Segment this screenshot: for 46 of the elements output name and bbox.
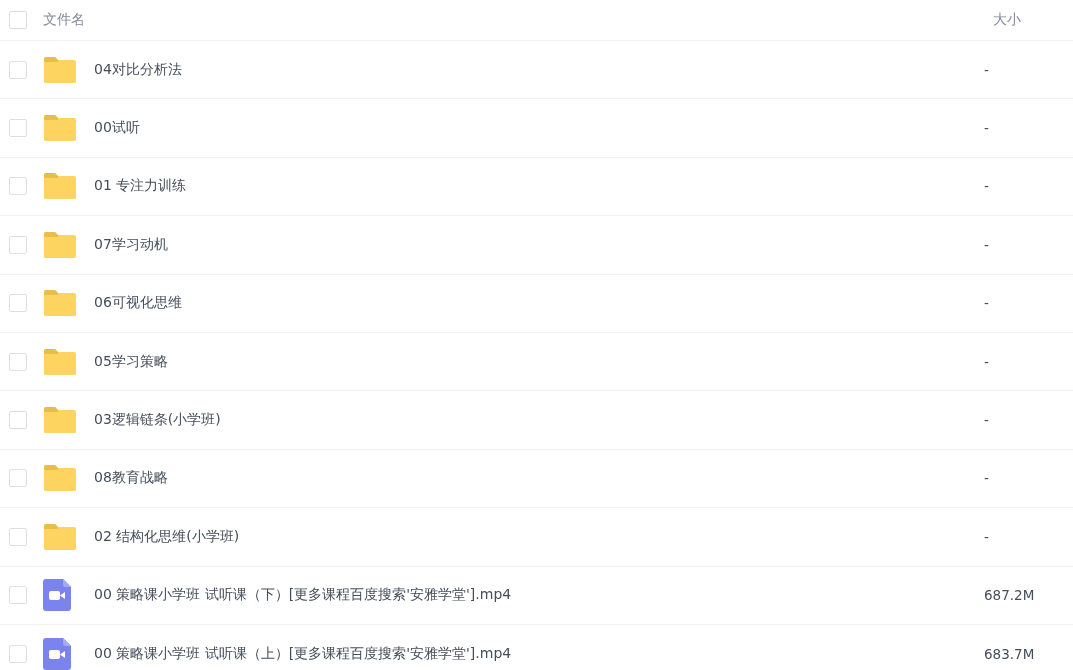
folder-icon — [43, 230, 77, 259]
row-checkbox[interactable] — [9, 119, 27, 138]
row-checkbox[interactable] — [9, 586, 27, 605]
file-name[interactable]: 04对比分析法 — [94, 60, 984, 79]
file-size: - — [984, 236, 990, 253]
row-checkbox[interactable] — [9, 177, 27, 196]
video-file-icon — [43, 579, 71, 612]
folder-icon — [43, 55, 77, 84]
file-name[interactable]: 07学习动机 — [94, 235, 984, 254]
select-all-checkbox[interactable] — [9, 11, 27, 29]
file-size: - — [984, 295, 990, 312]
file-size: - — [984, 120, 990, 137]
file-size: 687.2M — [984, 587, 1036, 604]
file-name[interactable]: 00试听 — [94, 119, 984, 138]
file-name[interactable]: 06可视化思维 — [94, 294, 984, 313]
file-name[interactable]: 01 专注力训练 — [94, 177, 984, 196]
file-name[interactable]: 03逻辑链条(小学班) — [94, 411, 984, 430]
name-column-header[interactable]: 文件名 — [43, 11, 993, 29]
folder-icon — [43, 464, 77, 493]
folder-icon — [43, 114, 77, 143]
file-name[interactable]: 05学习策略 — [94, 352, 984, 371]
file-name[interactable]: 08教育战略 — [94, 469, 984, 488]
file-name[interactable]: 00 策略课小学班 试听课（下）[更多课程百度搜索'安雅学堂'].mp4 — [94, 586, 984, 605]
folder-icon — [43, 172, 77, 201]
file-size: - — [984, 353, 990, 370]
file-size: - — [984, 178, 990, 195]
file-name[interactable]: 00 策略课小学班 试听课（上）[更多课程百度搜索'安雅学堂'].mp4 — [94, 644, 984, 663]
file-size: - — [984, 528, 990, 545]
folder-icon — [43, 406, 77, 435]
file-name[interactable]: 02 结构化思维(小学班) — [94, 527, 984, 546]
row-checkbox[interactable] — [9, 644, 27, 663]
row-checkbox[interactable] — [9, 469, 27, 488]
size-column-header[interactable]: 大小 — [993, 11, 1073, 29]
file-size: 683.7M — [984, 645, 1036, 662]
folder-icon — [43, 347, 77, 376]
folder-icon — [43, 522, 77, 551]
row-checkbox[interactable] — [9, 60, 27, 79]
file-size: - — [984, 470, 990, 487]
file-size: - — [984, 61, 990, 78]
row-checkbox[interactable] — [9, 411, 27, 430]
row-checkbox[interactable] — [9, 294, 27, 313]
row-checkbox[interactable] — [9, 352, 27, 371]
file-size: - — [984, 412, 990, 429]
row-checkbox[interactable] — [9, 235, 27, 254]
row-checkbox[interactable] — [9, 527, 27, 546]
folder-icon — [43, 289, 77, 318]
